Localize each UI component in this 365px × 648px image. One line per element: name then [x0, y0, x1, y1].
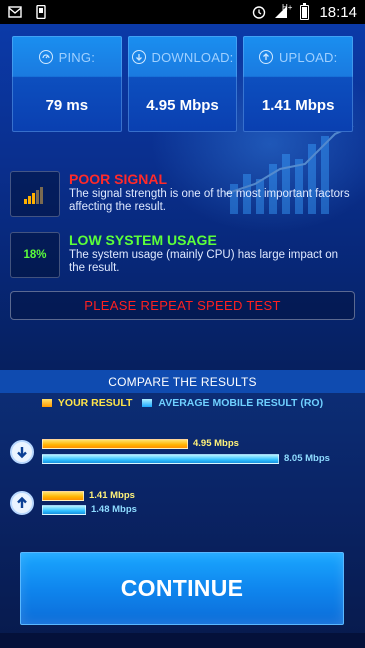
upload-your-bar — [42, 491, 84, 501]
upload-value: 1.41 Mbps — [261, 96, 335, 114]
download-card: DOWNLOAD: 4.95 Mbps — [127, 36, 238, 132]
upload-comparison: 1.41 Mbps 1.48 Mbps — [8, 488, 358, 520]
ping-label: PING: — [58, 49, 96, 65]
legend-your-result-label: YOUR RESULT — [57, 397, 133, 409]
your-result-swatch — [41, 399, 52, 407]
legend-your-result: YOUR RESULT — [41, 397, 133, 409]
battery-icon — [300, 2, 310, 20]
upload-average-bar — [42, 505, 86, 515]
system-usage-percent: 18% — [23, 249, 47, 261]
ping-value: 79 ms — [45, 96, 89, 114]
system-usage-title: LOW SYSTEM USAGE — [69, 232, 217, 248]
download-comparison: 4.95 Mbps 8.05 Mbps — [8, 436, 358, 468]
download-icon — [131, 50, 146, 64]
repeat-test-warning: PLEASE REPEAT SPEED TEST — [10, 291, 355, 320]
bottom-edge — [0, 633, 365, 648]
upload-arrow-icon — [10, 491, 34, 515]
download-your-bar — [42, 439, 188, 449]
signal-description: The signal strength is one of the most i… — [69, 188, 350, 213]
upload-your-value: 1.41 Mbps — [89, 490, 135, 501]
signal-strength-icon — [10, 171, 60, 217]
clock: 18:14 — [319, 3, 357, 21]
download-value: 4.95 Mbps — [146, 96, 219, 114]
ping-icon — [38, 50, 53, 64]
system-usage-description: The system usage (mainly CPU) has large … — [69, 249, 339, 274]
download-average-value: 8.05 Mbps — [284, 453, 330, 464]
metric-cards: PING: 79 ms DOWNLOAD: 4.95 Mbps UPLOAD: … — [12, 36, 354, 132]
upload-icon — [258, 50, 273, 64]
network-type-label: H+ — [282, 2, 293, 12]
legend-average-result-label: AVERAGE MOBILE RESULT (RO) — [158, 397, 324, 409]
upload-label: UPLOAD: — [278, 49, 338, 65]
ping-card: PING: 79 ms — [12, 36, 122, 132]
download-arrow-icon — [10, 440, 34, 464]
alarm-icon — [252, 6, 266, 19]
download-label: DOWNLOAD: — [151, 49, 234, 65]
continue-button[interactable]: CONTINUE — [20, 552, 344, 625]
compare-legend: YOUR RESULT AVERAGE MOBILE RESULT (RO) — [0, 397, 365, 409]
phone-icon — [36, 5, 46, 19]
upload-average-value: 1.48 Mbps — [91, 504, 137, 515]
legend-average-result: AVERAGE MOBILE RESULT (RO) — [142, 397, 323, 409]
status-bar: H+ 18:14 — [0, 0, 365, 24]
upload-card: UPLOAD: 1.41 Mbps — [243, 36, 354, 132]
compare-title: COMPARE THE RESULTS — [0, 370, 365, 393]
download-your-value: 4.95 Mbps — [193, 438, 239, 449]
mail-icon — [8, 6, 22, 18]
signal-title: POOR SIGNAL — [69, 171, 168, 187]
system-usage-badge: 18% — [10, 232, 60, 278]
download-average-bar — [42, 454, 279, 464]
average-result-swatch — [142, 399, 153, 407]
